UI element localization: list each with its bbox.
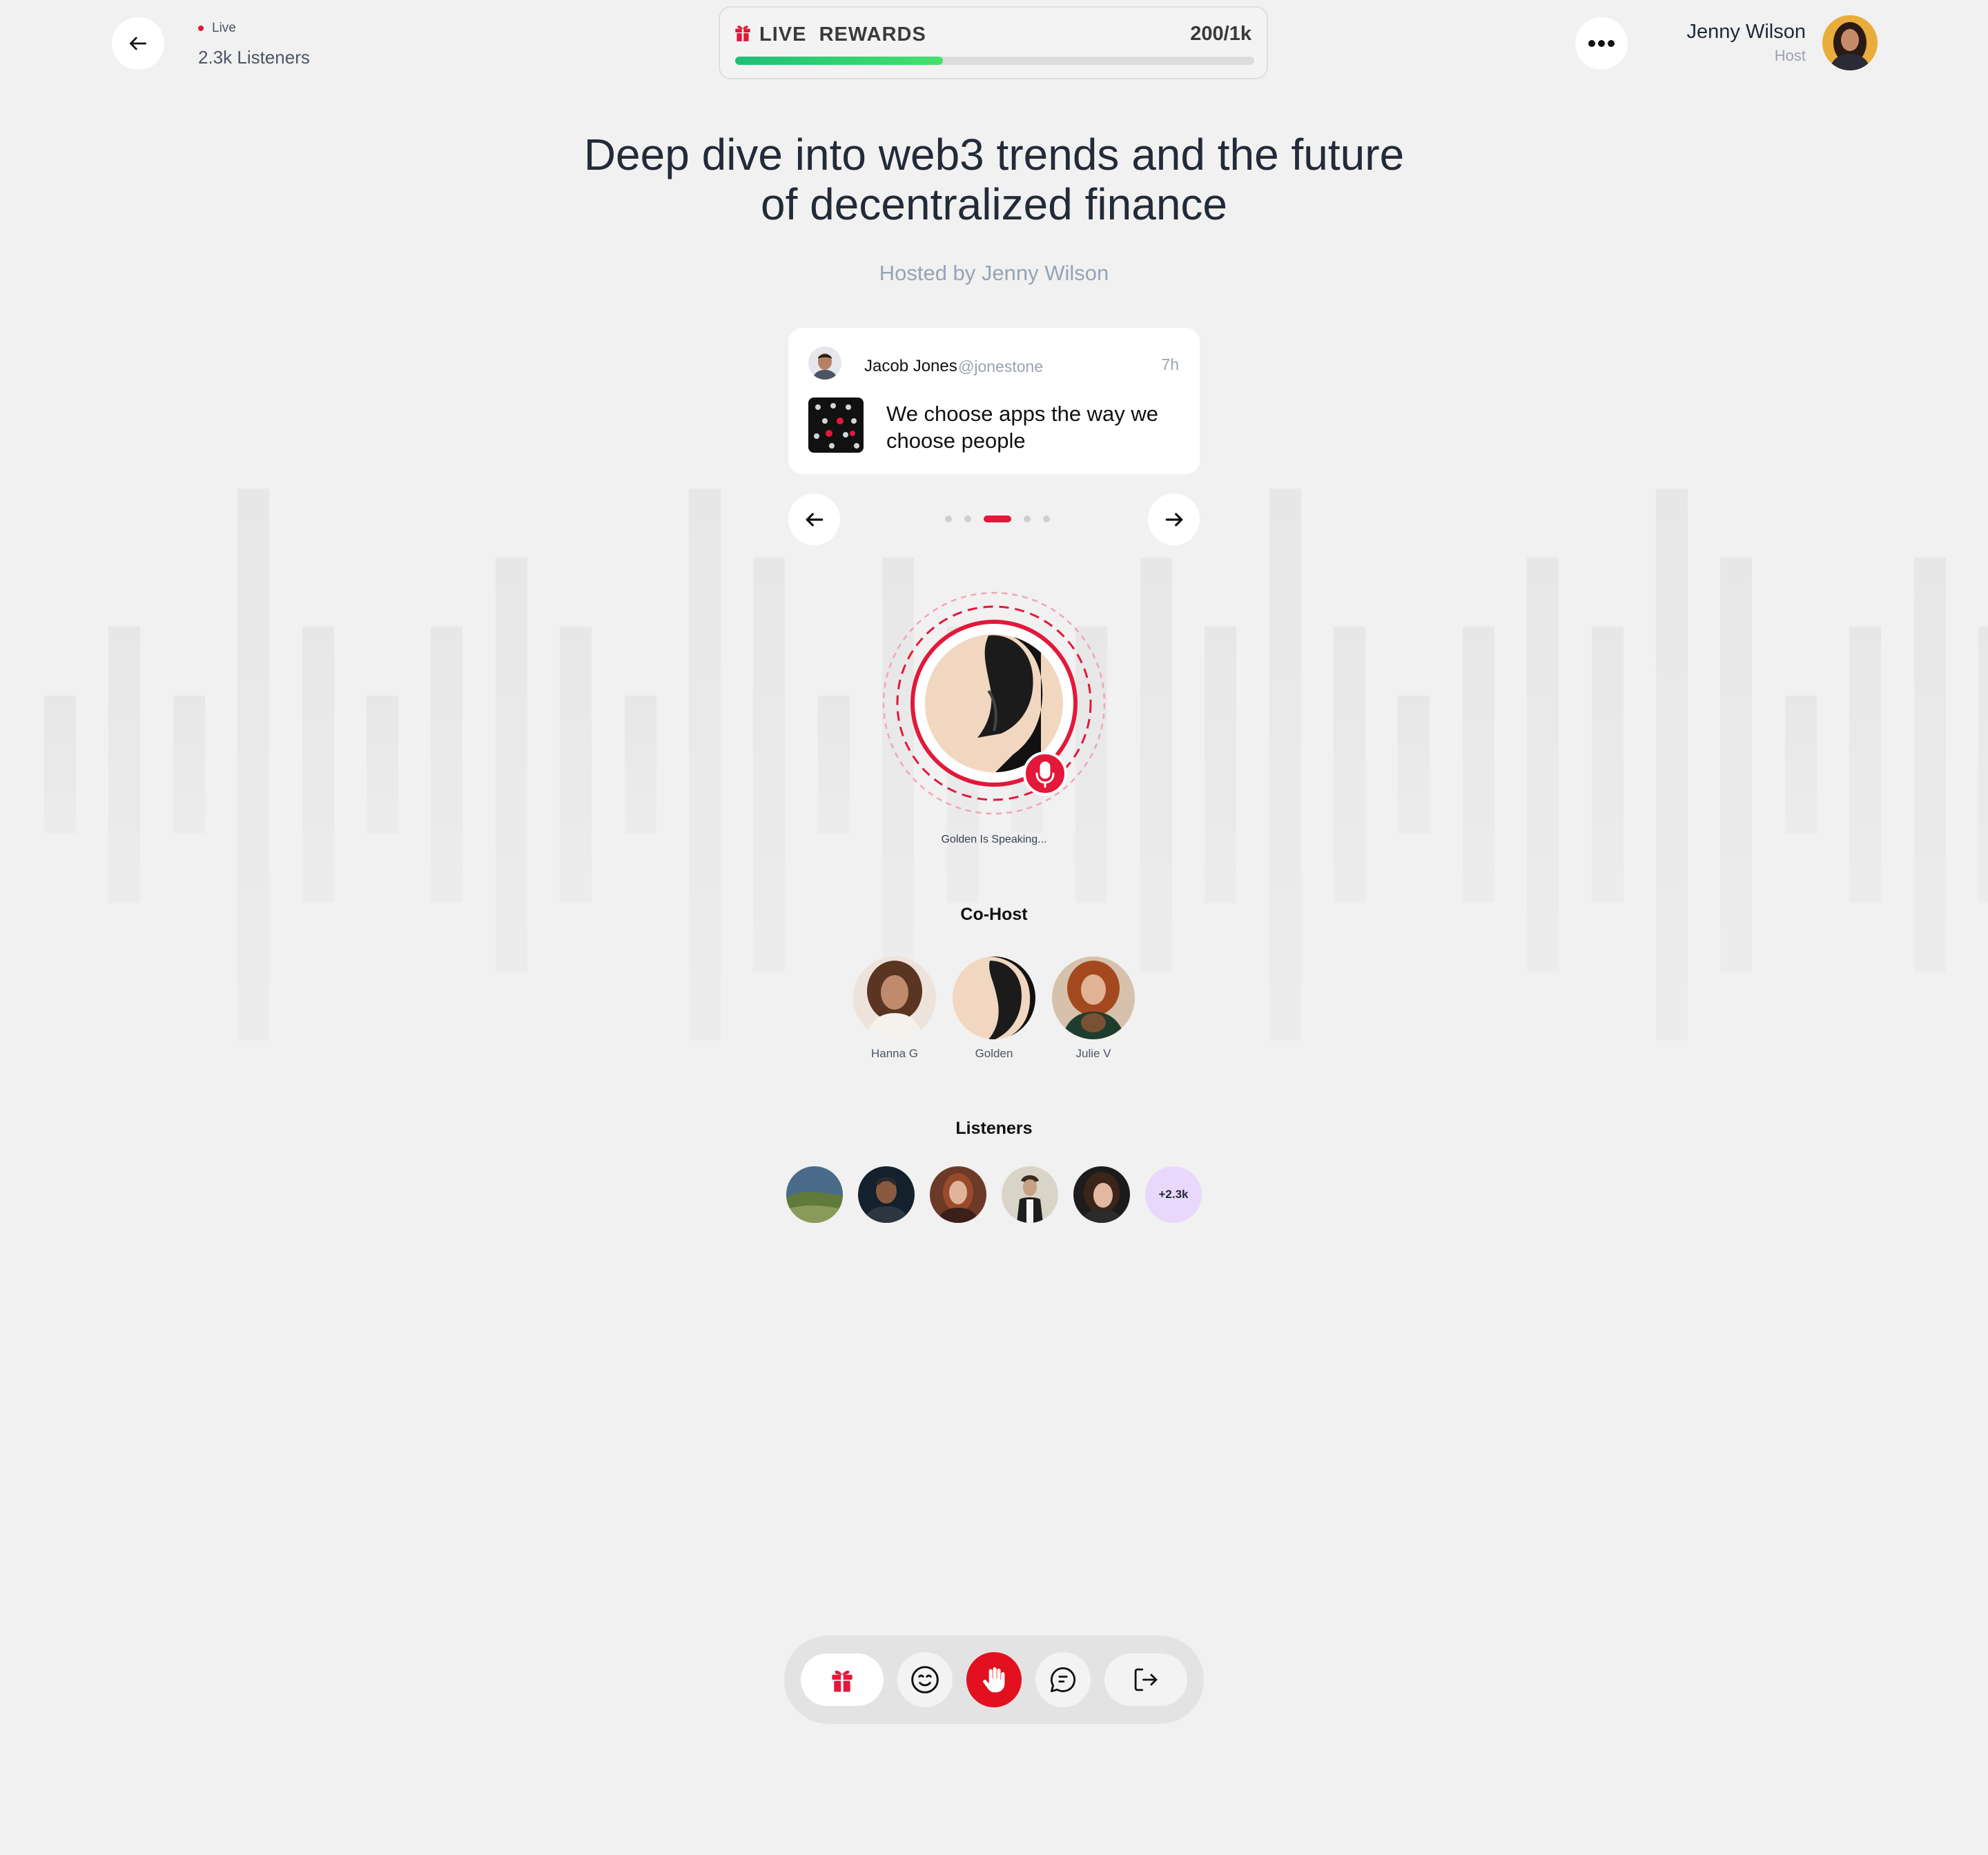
cohost-item[interactable]: Hanna G — [839, 956, 950, 1061]
leave-room-button[interactable] — [1104, 1653, 1187, 1706]
waveform-bar — [1140, 558, 1172, 972]
waveform-bar — [302, 627, 334, 903]
room-title: Deep dive into web3 trends and the futur… — [583, 130, 1405, 229]
waveform-bar — [1913, 558, 1946, 972]
live-rewards-card: LIVE REWARDS 200/1k — [719, 6, 1268, 79]
live-info: Live 2.3k Listeners — [198, 21, 310, 68]
bottom-toolbar — [784, 1636, 1204, 1724]
waveform-bar — [495, 558, 527, 972]
waveform-bar — [1849, 627, 1882, 903]
cohost-avatar — [1052, 956, 1135, 1039]
cohost-name: Hanna G — [870, 1047, 919, 1060]
arrow-right-icon — [1165, 512, 1182, 527]
cohost-name: Golden — [975, 1047, 1013, 1060]
live-label: Live — [212, 21, 236, 35]
cohost-item[interactable]: Julie V — [1038, 956, 1149, 1061]
waveform-bar — [1978, 627, 1988, 903]
listener-avatar[interactable] — [1073, 1166, 1130, 1223]
cohost-name: Julie V — [1075, 1047, 1111, 1060]
chat-button[interactable] — [1035, 1652, 1091, 1707]
waveform-bar — [1269, 489, 1301, 1041]
carousel-dot[interactable] — [1043, 516, 1050, 522]
waveform-bar — [1398, 696, 1430, 834]
active-speaker[interactable] — [878, 587, 1110, 819]
rewards-title: LIVE REWARDS — [759, 23, 926, 46]
gift-button[interactable] — [801, 1653, 884, 1706]
carousel-dot[interactable] — [1024, 516, 1031, 522]
log-out-icon — [1134, 1668, 1158, 1691]
host-role: Host — [1774, 47, 1806, 64]
listeners-heading: Listeners — [955, 1119, 1033, 1138]
post-author-name: Jacob Jones — [864, 357, 957, 375]
waveform-bar — [753, 558, 786, 972]
live-indicator-dot — [198, 26, 204, 31]
post-author-avatar — [808, 346, 841, 380]
speaker-status: Golden Is Speaking... — [941, 834, 1047, 845]
waveform-bar — [689, 489, 721, 1041]
waveform-bar — [817, 696, 850, 834]
arrow-left-icon — [130, 37, 146, 50]
rewards-progress-fill — [735, 57, 943, 65]
waveform-bar — [1784, 696, 1817, 834]
more-options-button[interactable] — [1575, 17, 1628, 70]
listener-avatar[interactable] — [786, 1166, 843, 1223]
chat-bubble-icon — [1050, 1667, 1075, 1693]
cohost-item[interactable]: Golden — [939, 956, 1049, 1061]
waveform-bar — [367, 696, 398, 834]
cohost-avatar — [853, 956, 936, 1039]
waveform-bar — [1591, 627, 1624, 903]
waveform-bar — [237, 489, 270, 1041]
listener-avatar[interactable] — [858, 1166, 915, 1223]
listeners-count: 2.3k Listeners — [198, 47, 310, 68]
waveform-bar — [624, 696, 656, 834]
more-horizontal-icon — [1588, 40, 1615, 47]
cohost-heading: Co-Host — [960, 905, 1028, 924]
post-text: We choose apps the way we choose people — [886, 402, 1159, 453]
raise-hand-button[interactable] — [966, 1652, 1022, 1707]
rewards-progress-text: 200/1k — [1190, 23, 1251, 45]
post-card[interactable]: Jacob Jones @jonestone 7h We choose apps… — [788, 328, 1200, 474]
waveform-bar — [1656, 489, 1688, 1041]
cohost-avatar — [953, 956, 1035, 1039]
waveform-bar — [1720, 558, 1753, 972]
rewards-progress-bar — [735, 57, 1254, 65]
waveform-bar — [1205, 627, 1237, 903]
raise-hand-icon — [983, 1667, 1005, 1693]
listener-avatar[interactable] — [1002, 1166, 1058, 1223]
host-avatar[interactable] — [1822, 15, 1878, 70]
back-button[interactable] — [112, 17, 164, 70]
post-thumbnail — [808, 398, 864, 453]
listener-avatar[interactable] — [930, 1166, 986, 1223]
arrow-left-icon — [806, 512, 823, 527]
post-author-handle: @jonestone — [958, 357, 1044, 375]
gift-icon — [832, 1670, 852, 1692]
carousel-dot[interactable] — [964, 516, 971, 522]
waveform-bar — [560, 627, 592, 903]
smile-icon — [911, 1666, 939, 1694]
speaker-mic-badge — [1023, 752, 1067, 796]
post-timestamp: 7h — [1161, 355, 1179, 373]
hosted-by-text: Hosted by Jenny Wilson — [879, 261, 1109, 285]
gift-icon — [735, 26, 750, 41]
carousel-dot-active[interactable] — [984, 516, 1011, 522]
waveform-bar — [1462, 627, 1494, 903]
emoji-button[interactable] — [897, 1652, 953, 1707]
host-name: Jenny Wilson — [1686, 21, 1806, 43]
listeners-more-badge[interactable]: +2.3k — [1145, 1166, 1202, 1223]
carousel-next-button[interactable] — [1148, 493, 1200, 545]
waveform-bar — [108, 627, 141, 903]
waveform-bar — [173, 696, 205, 834]
waveform-bar — [44, 696, 76, 834]
waveform-bar — [1334, 627, 1365, 903]
carousel-dot[interactable] — [945, 516, 952, 522]
waveform-bar — [1527, 558, 1559, 972]
waveform-bar — [431, 627, 463, 903]
carousel-prev-button[interactable] — [788, 493, 840, 545]
